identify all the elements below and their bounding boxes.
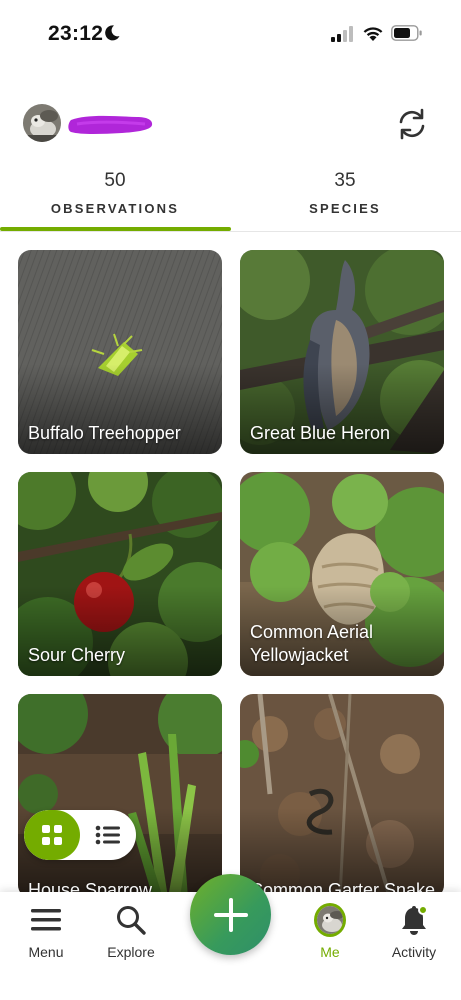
search-icon (115, 904, 147, 936)
refresh-icon (399, 108, 425, 140)
view-toggle (24, 810, 136, 860)
user-avatar[interactable] (23, 104, 61, 142)
species-label: SPECIES (309, 201, 381, 216)
observation-card[interactable]: Buffalo Treehopper (18, 250, 222, 454)
nav-me-label: Me (320, 944, 340, 960)
nav-explore[interactable]: Explore (91, 892, 171, 972)
nav-activity[interactable]: Activity (374, 892, 454, 972)
nav-activity-label: Activity (391, 944, 437, 960)
observations-count: 50 (104, 170, 126, 191)
nav-me[interactable]: Me (290, 892, 370, 972)
observation-name: Buffalo Treehopper (28, 423, 181, 443)
grid-icon (42, 825, 62, 845)
grid-view-button[interactable] (24, 810, 80, 860)
observations-label: OBSERVATIONS (50, 201, 180, 216)
observation-name: Common Garter Snake (250, 880, 436, 892)
nav-menu[interactable]: Menu (6, 892, 86, 972)
tab-observations[interactable]: 50 OBSERVATIONS (0, 168, 230, 230)
observation-name: House Sparrow (28, 880, 153, 892)
observation-name: Common Aerial Yellowjacket (250, 622, 374, 665)
sync-button[interactable] (392, 104, 432, 144)
tab-species[interactable]: 35 SPECIES (230, 168, 460, 230)
me-avatar (314, 903, 346, 937)
observation-card[interactable]: Sour Cherry (18, 472, 222, 676)
observation-card[interactable]: Common Garter Snake (240, 694, 444, 892)
observations-grid: Buffalo Treehopper Great Blue Heron Sour… (0, 232, 461, 892)
avatar-photo (23, 104, 61, 142)
observation-name: Great Blue Heron (250, 423, 391, 443)
nav-me-avatar-wrap (314, 903, 346, 937)
hamburger-menu-icon (30, 904, 62, 936)
status-bar: 23:12 (0, 0, 461, 70)
nav-menu-label: Menu (28, 944, 64, 960)
moon-icon (105, 25, 120, 41)
observation-card[interactable]: House Sparrow (18, 694, 222, 892)
observation-card[interactable]: Great Blue Heron (240, 250, 444, 454)
cellular-signal-icon (331, 26, 353, 42)
observation-card[interactable]: Common Aerial Yellowjacket (240, 472, 444, 676)
list-view-button[interactable] (80, 810, 136, 860)
status-time: 23:12 (48, 22, 104, 45)
battery-icon (391, 25, 422, 41)
wifi-icon (363, 27, 383, 41)
add-observation-button[interactable] (190, 874, 271, 955)
nav-explore-label: Explore (107, 944, 155, 960)
list-icon (95, 825, 120, 845)
plus-icon (213, 897, 248, 932)
redacted-username (68, 115, 153, 134)
notification-dot (418, 905, 428, 915)
observation-name: Sour Cherry (28, 645, 126, 665)
species-count: 35 (334, 170, 356, 191)
